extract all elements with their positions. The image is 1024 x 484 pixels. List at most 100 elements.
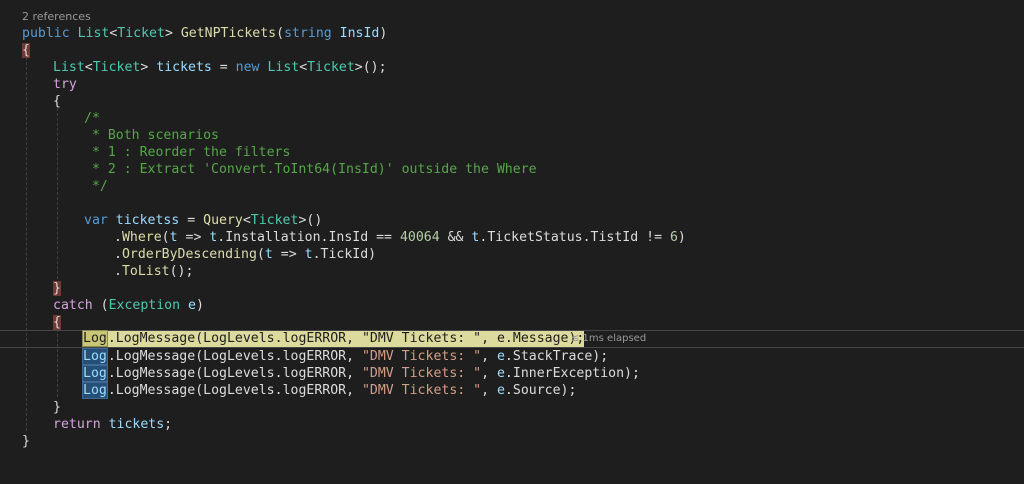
token: ( [92, 298, 109, 313]
token: t [169, 230, 178, 245]
code-line-comment[interactable]: */ [0, 178, 1024, 195]
token: tickets [108, 417, 165, 432]
token: , [346, 349, 362, 364]
token: 6 [669, 230, 678, 245]
token: LogLevels [203, 366, 275, 381]
selection-log: Log [82, 348, 108, 365]
token: . [107, 383, 116, 398]
token: InsId [328, 230, 369, 245]
token: LogLevels [203, 349, 275, 364]
comment: /* [84, 111, 100, 126]
token: t [264, 247, 273, 262]
token: { [53, 94, 61, 109]
token: ( [256, 247, 265, 262]
token: ); [592, 349, 609, 364]
codelens-references[interactable]: 2 references [22, 10, 91, 24]
token: ( [195, 331, 204, 346]
code-line-try[interactable]: try [0, 76, 1024, 93]
token: Ticket [250, 213, 299, 228]
token: . [504, 331, 513, 346]
selection-log: Log [82, 365, 108, 382]
token: ); [624, 366, 640, 381]
code-line-close-brace[interactable]: } [0, 399, 1024, 416]
token: . [114, 230, 122, 245]
token: . [114, 264, 122, 279]
token: logERROR [282, 383, 347, 398]
code-line-close-brace[interactable]: } [0, 280, 1024, 297]
token: Where [121, 230, 162, 245]
code-line-close-brace[interactable]: } [0, 433, 1024, 450]
token: . [114, 247, 122, 262]
token: > [164, 26, 181, 41]
token: , [346, 383, 362, 398]
token: ticketss [115, 213, 180, 228]
token: Ticket [92, 60, 141, 75]
code-editor[interactable]: 2 references public List<Ticket> GetNPTi… [0, 0, 1024, 465]
token: Message [512, 331, 569, 346]
code-line-open-brace[interactable]: { [0, 314, 1024, 331]
code-line-tolist[interactable]: .ToList(); [0, 263, 1024, 280]
token: "DMV Tickets: " [361, 366, 482, 381]
token: StackTrace [512, 349, 593, 364]
code-line-log[interactable]: Log.LogMessage(LogLevels.logERROR, "DMV … [0, 348, 1024, 365]
token: catch [53, 298, 93, 313]
current-statement-line[interactable]: Log.LogMessage(LogLevels.logERROR, "DMV … [0, 330, 1024, 348]
token: . [504, 383, 513, 398]
token: Source [512, 383, 561, 398]
token: . [504, 366, 513, 381]
token: (); [169, 264, 194, 279]
code-line-log[interactable]: Log.LogMessage(LogLevels.logERROR, "DMV … [0, 382, 1024, 399]
token: . [107, 366, 116, 381]
token: try [53, 77, 77, 92]
code-line-where[interactable]: .Where(t => t.Installation.InsId == 4006… [0, 229, 1024, 246]
selection-log: Log [82, 382, 108, 399]
code-line-comment[interactable]: * 2 : Extract 'Convert.ToInt64(InsId)' o… [0, 161, 1024, 178]
token: LogMessage [115, 349, 196, 364]
code-line-open-brace[interactable]: { [0, 42, 1024, 59]
token: logERROR [282, 331, 347, 346]
token: , [481, 383, 497, 398]
token: e [496, 349, 505, 364]
code-line-comment[interactable]: /* [0, 110, 1024, 127]
code-line-comment[interactable]: * Both scenarios [0, 127, 1024, 144]
code-line-orderby[interactable]: .OrderByDescending(t => t.TickId) [0, 246, 1024, 263]
token: ( [195, 383, 204, 398]
token: LogLevels [203, 383, 275, 398]
brace-match-highlight: } [53, 281, 61, 296]
code-line-signature[interactable]: public List<Ticket> GetNPTickets(string … [0, 25, 1024, 42]
token: ) [677, 230, 686, 245]
token: . [312, 247, 321, 262]
token: . [107, 349, 116, 364]
token: return [53, 417, 101, 432]
token: e [496, 331, 505, 346]
method-name: GetNPTickets [180, 26, 277, 41]
code-line-comment[interactable]: * 1 : Reorder the filters [0, 144, 1024, 161]
token: , [346, 331, 362, 346]
token: ) [195, 298, 204, 313]
code-line-query[interactable]: var ticketss = Query<Ticket>() [0, 212, 1024, 229]
comment: */ [84, 179, 108, 194]
code-line-log[interactable]: Log.LogMessage(LogLevels.logERROR, "DMV … [0, 365, 1024, 382]
comment: * 1 : Reorder the filters [84, 145, 291, 160]
brace-match-highlight: { [22, 43, 30, 58]
code-line-open-brace[interactable]: { [0, 93, 1024, 110]
token: < [242, 213, 251, 228]
code-line-return[interactable]: return tickets; [0, 416, 1024, 433]
token: 40064 [399, 230, 440, 245]
token: = [211, 60, 236, 75]
token: Installation [225, 230, 321, 245]
code-line-tickets-decl[interactable]: List<Ticket> tickets = new List<Ticket>(… [0, 59, 1024, 76]
token: TistId [590, 230, 639, 245]
comment: * Both scenarios [84, 128, 219, 143]
token: >(); [354, 60, 387, 75]
token: > [140, 60, 157, 75]
token: < [84, 60, 93, 75]
token: . [274, 383, 283, 398]
token: Ticket [117, 26, 165, 41]
perf-tip-elapsed[interactable]: ≤ 1ms elapsed [571, 331, 646, 347]
code-line-catch[interactable]: catch (Exception e) [0, 297, 1024, 314]
token: . [504, 349, 513, 364]
token: e [496, 383, 505, 398]
brace-match-highlight: { [53, 315, 61, 330]
